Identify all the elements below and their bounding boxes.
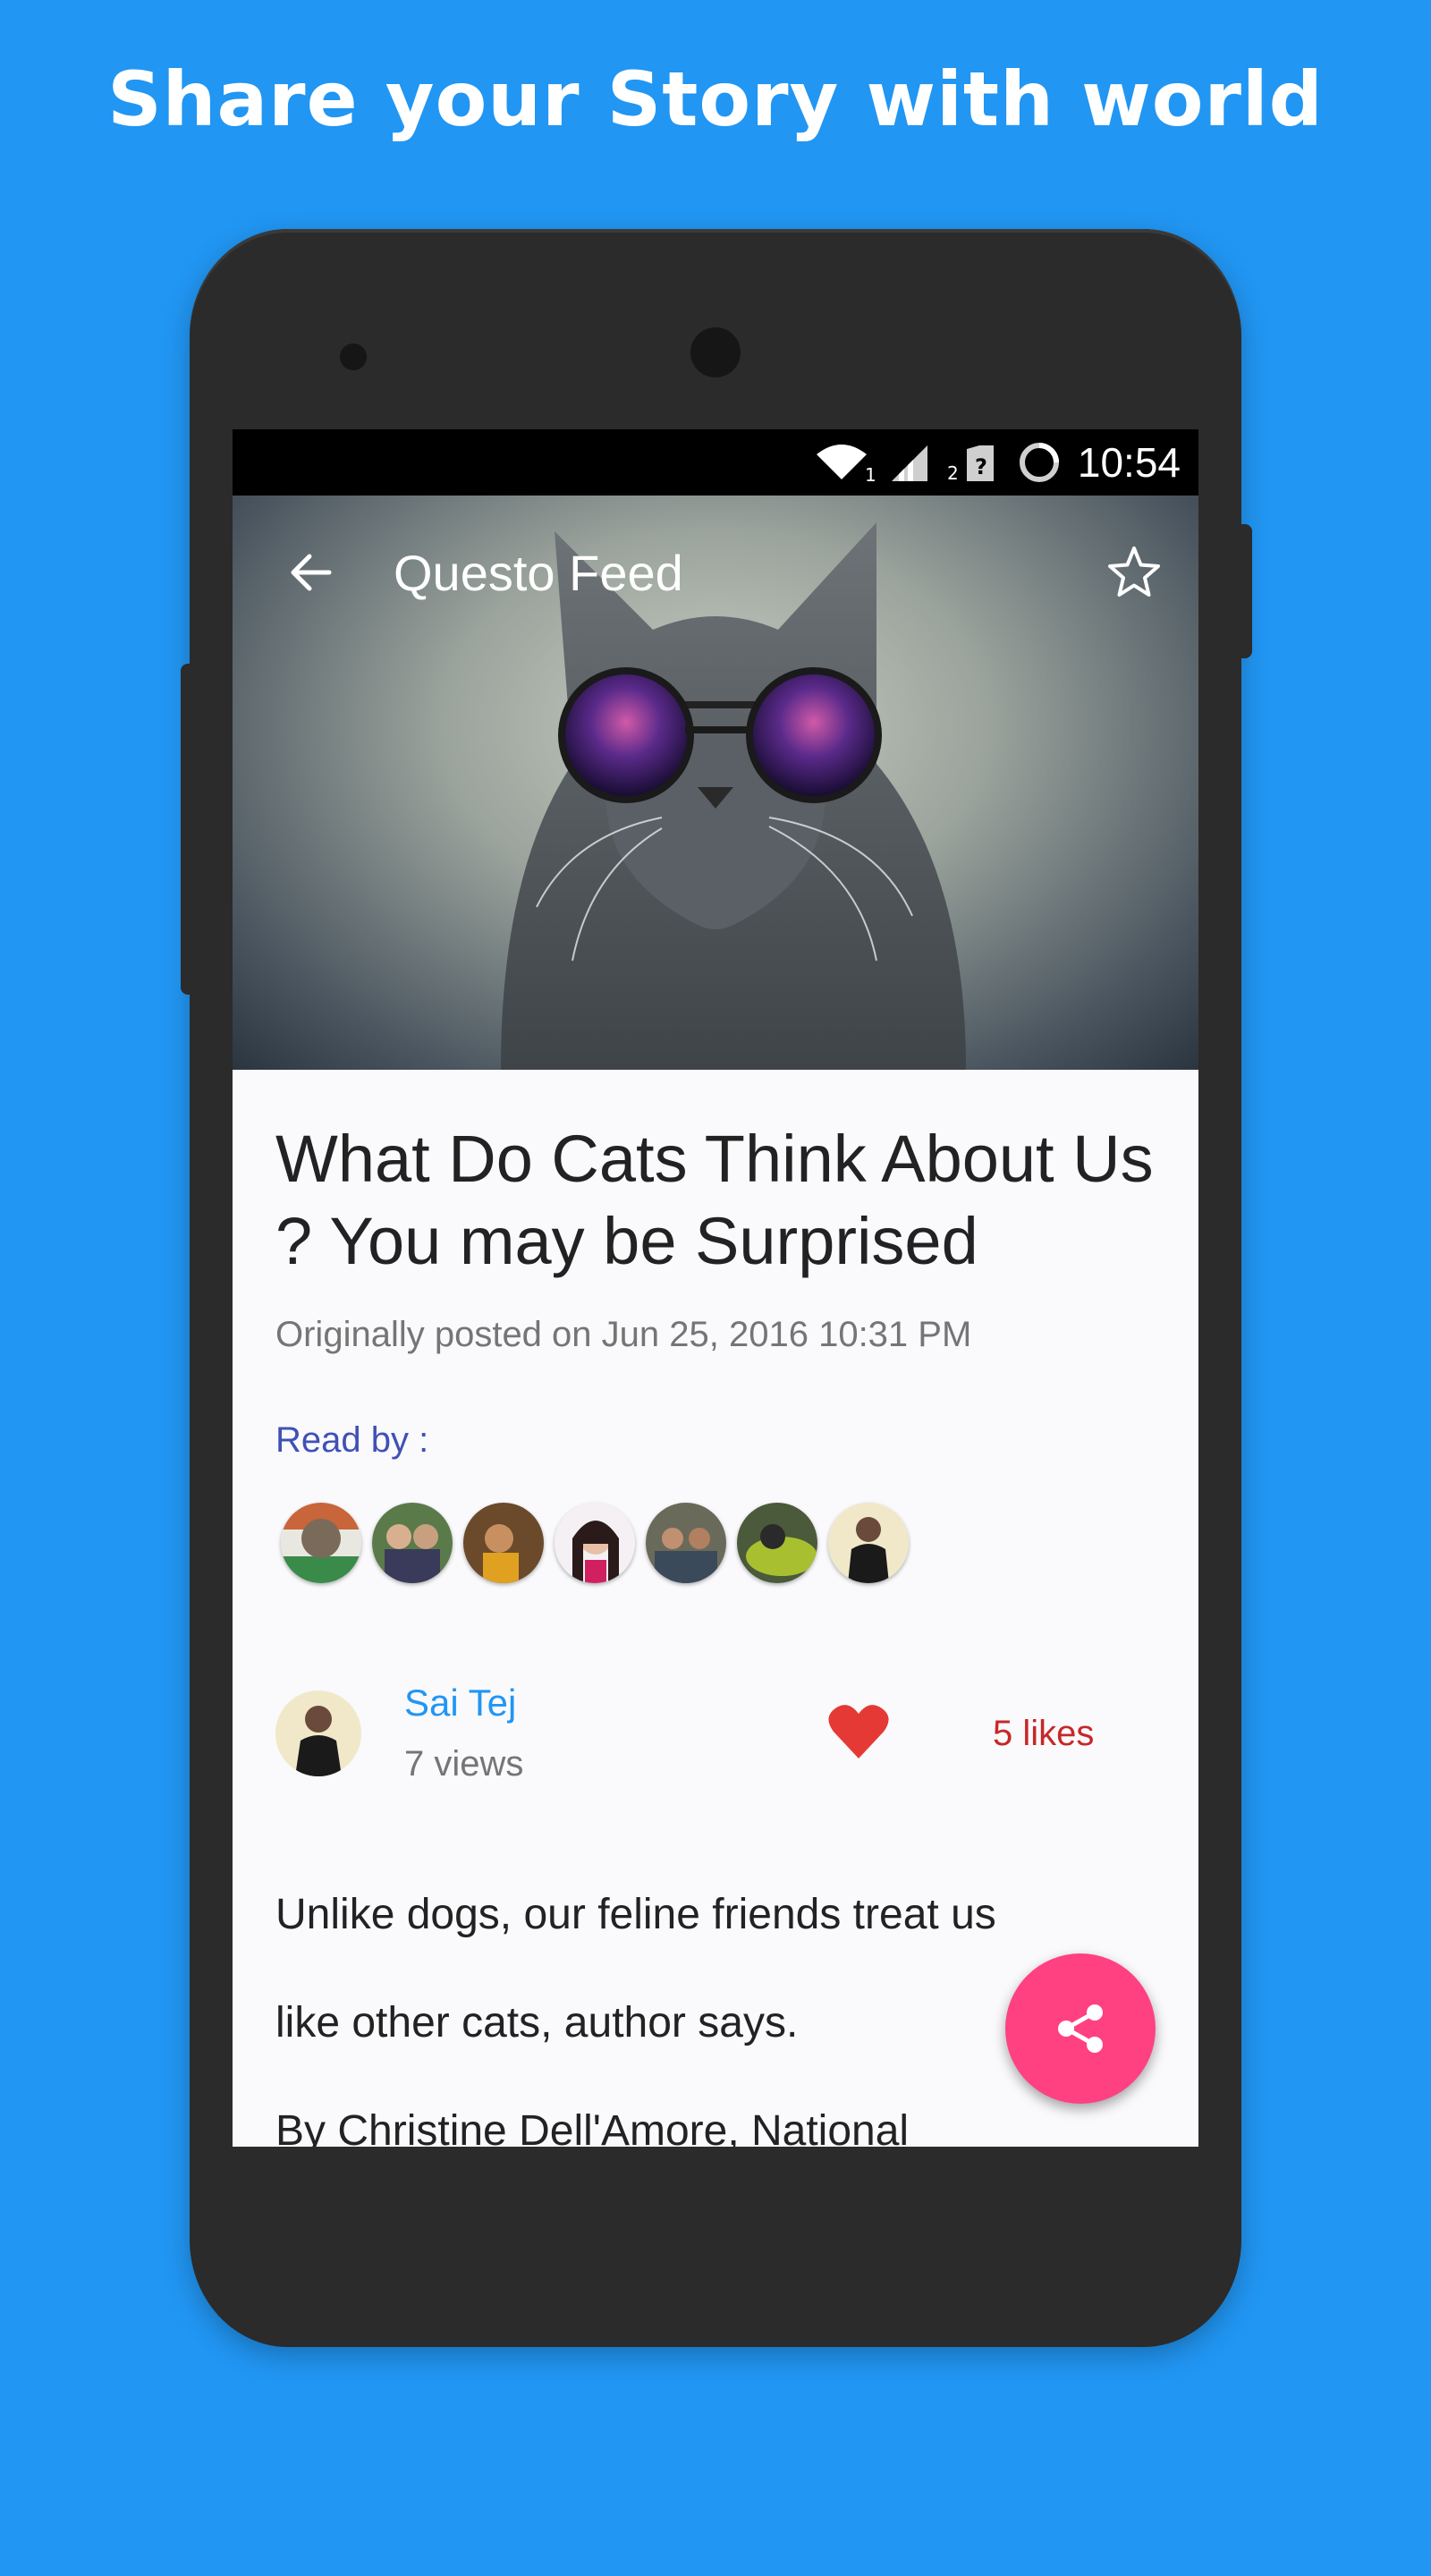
sensor [340,343,367,370]
share-icon [1058,2004,1103,2053]
wifi-icon: 1 [813,440,876,485]
read-by-label: Read by : [275,1420,429,1460]
reader-avatar[interactable] [463,1503,544,1583]
toolbar: Questo Feed [233,496,1198,649]
likes-count: 5 likes [993,1714,1095,1753]
sync-icon [1017,440,1062,485]
svg-text:1: 1 [865,464,876,485]
promo-headline: Share your Story with world [107,55,1324,143]
author-avatar[interactable] [275,1690,361,1776]
app-screen: 1 2 ? 10:54 Questo Feed What Do Cats Thi… [233,429,1198,2147]
body-line: like other cats, author says. [275,1999,799,2046]
author-views: 7 views [404,1744,524,1784]
reader-avatar[interactable] [372,1503,453,1583]
body-line: By Christine Dell'Amore, National [275,2107,910,2147]
reader-avatar[interactable] [646,1503,726,1583]
sim-icon: 2 ? [947,442,1001,483]
signal-icon [891,442,931,483]
posted-date: Originally posted on Jun 25, 2016 10:31 … [275,1315,972,1354]
share-button[interactable] [1005,1953,1156,2104]
back-button[interactable] [274,535,349,610]
star-outline-icon [1108,547,1160,597]
heart-icon [828,1705,889,1758]
power-button [1238,524,1252,658]
svg-text:2: 2 [947,462,959,483]
toolbar-title: Questo Feed [394,545,683,601]
article-title: What Do Cats Think About Us ? You may be… [275,1122,1154,1278]
status-time: 10:54 [1077,439,1181,486]
body-line: Unlike dogs, our feline friends treat us [275,1891,996,1938]
status-bar: 1 2 ? 10:54 [233,429,1198,496]
front-camera [690,327,741,377]
svg-text:?: ? [975,454,987,479]
reader-avatar[interactable] [828,1503,909,1583]
article-body: Unlike dogs, our feline friends treat us… [275,1860,1009,2147]
reader-avatars [281,1503,909,1583]
favorite-button[interactable] [1097,535,1172,610]
reader-avatar[interactable] [737,1503,817,1583]
arrow-left-icon [291,554,332,591]
reader-avatar[interactable] [555,1503,635,1583]
like-button[interactable] [826,1701,891,1762]
volume-button [181,664,193,995]
hero-image: Questo Feed [233,496,1198,1070]
author-name[interactable]: Sai Tej [404,1682,516,1724]
reader-avatar[interactable] [281,1503,361,1583]
